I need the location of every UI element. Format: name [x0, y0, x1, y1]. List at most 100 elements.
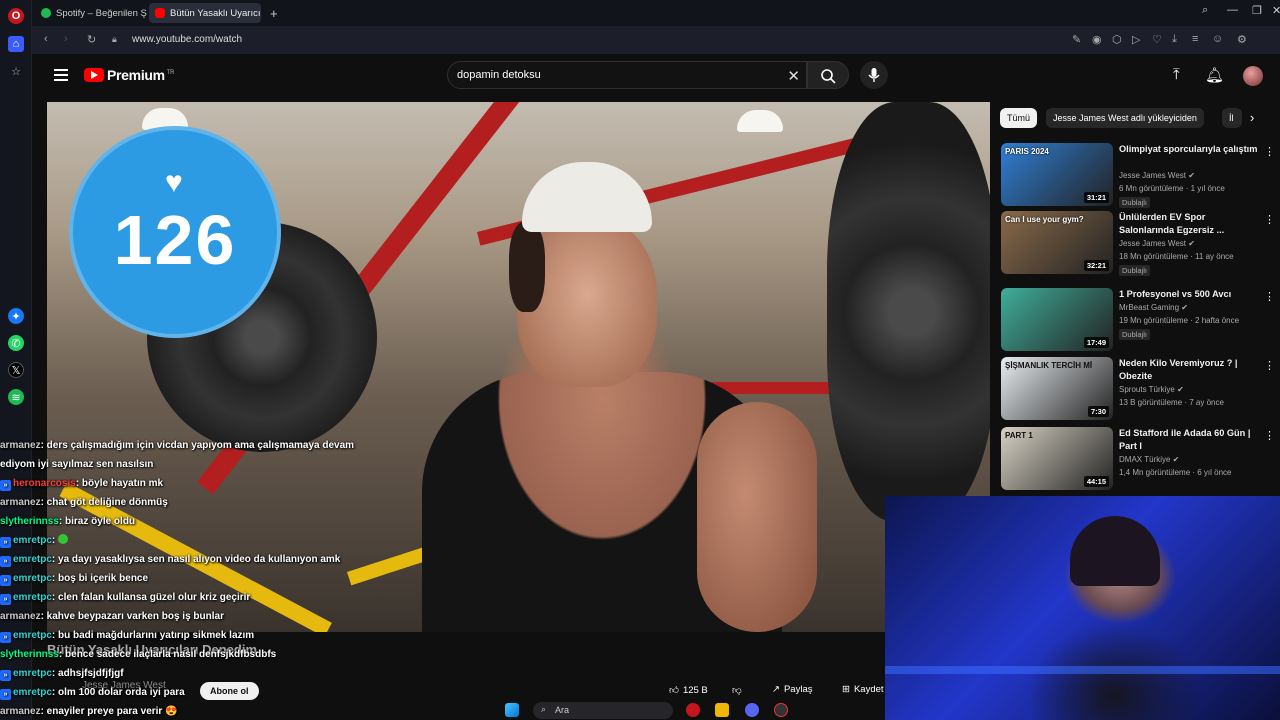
download-icon[interactable]: ⤓	[1172, 33, 1177, 46]
chat-username[interactable]: emretpc	[13, 668, 52, 679]
chat-username[interactable]: heronarcosis	[13, 478, 76, 489]
recommendation-item[interactable]: PARIS 2024 31:21 Olimpiyat sporcularıyla ç…	[1001, 143, 1276, 208]
save-button[interactable]: ⊞ Kaydet	[842, 684, 884, 695]
voice-search-button[interactable]	[860, 61, 888, 89]
reload-icon[interactable]: ↻	[87, 33, 96, 46]
more-options-icon[interactable]: ⋮	[1264, 429, 1275, 442]
spotify-icon[interactable]: ≋	[8, 389, 24, 405]
duration-badge: 32:21	[1083, 260, 1109, 271]
profile-icon[interactable]: ☺	[1212, 33, 1223, 45]
more-options-icon[interactable]: ⋮	[1264, 213, 1275, 226]
video-thumbnail[interactable]: 17:49	[1001, 288, 1113, 351]
whatsapp-icon[interactable]: ✆	[8, 335, 24, 351]
recommendation-channel[interactable]: DMAX Türkiye ✔	[1119, 455, 1179, 464]
chat-username[interactable]: armanez	[0, 497, 41, 508]
recommendation-title[interactable]: Ünlülerden EV Spor Salonlarında Egzersiz…	[1119, 211, 1259, 237]
video-thumbnail[interactable]: ŞİŞMANLIK TERCİH Mİ 7:30	[1001, 357, 1113, 420]
video-thumbnail[interactable]: PARIS 2024 31:21	[1001, 143, 1113, 206]
chat-username[interactable]: emretpc	[13, 535, 52, 546]
chat-username[interactable]: emretpc	[13, 573, 52, 584]
chip-related[interactable]: İl	[1222, 108, 1242, 128]
chat-username[interactable]: slytherinnss	[0, 516, 59, 527]
recommendation-item[interactable]: ŞİŞMANLIK TERCİH Mİ 7:30 Neden Kilo Veremi…	[1001, 357, 1276, 421]
chat-username[interactable]: emretpc	[13, 592, 52, 603]
edit-icon[interactable]: ✎	[1072, 33, 1081, 46]
search-input[interactable]: dopamin detoksu ✕	[447, 61, 807, 89]
opera-taskbar-icon[interactable]	[686, 703, 700, 717]
play-icon[interactable]: ▷	[1132, 33, 1140, 46]
cube-icon[interactable]: ⬡	[1112, 33, 1122, 46]
mic-icon	[868, 68, 880, 82]
minimize-icon[interactable]: —	[1227, 4, 1238, 16]
discord-icon[interactable]	[745, 703, 759, 717]
app-icon[interactable]	[774, 703, 788, 717]
taskbar-search[interactable]: ⌕ Ara	[533, 702, 673, 719]
camera-icon[interactable]: ◉	[1092, 33, 1102, 46]
tab-label: Spotify – Beğenilen Şarkılar	[56, 7, 147, 19]
weight-plate	[827, 102, 990, 522]
share-button[interactable]: ↗ Paylaş	[772, 684, 812, 695]
x-twitter-icon[interactable]: 𝕏	[8, 362, 24, 378]
chevron-right-icon[interactable]: ›	[1250, 110, 1254, 125]
recommendation-title[interactable]: Ed Stafford ile Adada 60 Gün | Part I	[1119, 427, 1259, 453]
recommendation-channel[interactable]: MrBeast Gaming ✔	[1119, 303, 1188, 312]
back-icon[interactable]: ‹	[44, 33, 48, 45]
tab-search-icon[interactable]: ⌕	[1202, 4, 1208, 17]
video-thumbnail[interactable]: Can I use your gym? 32:21	[1001, 211, 1113, 274]
recommendation-item[interactable]: PART 1 44:15 Ed Stafford ile Adada 60 Gün …	[1001, 427, 1276, 491]
tab-youtube[interactable]: Bütün Yasaklı Uyarıcılar	[149, 3, 261, 23]
chat-username[interactable]: emretpc	[13, 554, 52, 565]
tab-spotify[interactable]: Spotify – Beğenilen Şarkılar	[35, 3, 147, 23]
heart-icon[interactable]: ♡	[1152, 33, 1162, 46]
chat-username[interactable]: emretpc	[13, 687, 52, 698]
recommendation-channel[interactable]: Sprouts Türkiye ✔	[1119, 385, 1184, 394]
chat-username[interactable]: armanez	[0, 440, 41, 451]
close-icon[interactable]: ✕	[787, 67, 800, 85]
heart-counter-overlay: ♥ 126	[69, 126, 281, 338]
subscriber-badge-icon: »	[0, 594, 11, 605]
like-button[interactable]: 👍︎ 125 B	[669, 684, 708, 697]
close-window-icon[interactable]: ✕	[1272, 4, 1280, 17]
more-options-icon[interactable]: ⋮	[1264, 359, 1275, 372]
recommendation-title[interactable]: Olimpiyat sporcularıyla çalıştım	[1119, 143, 1259, 156]
menu-icon[interactable]: ≡	[1192, 33, 1198, 45]
recommendation-title[interactable]: 1 Profesyonel vs 500 Avcı	[1119, 288, 1259, 301]
bookmark-icon[interactable]: ☆	[8, 63, 24, 79]
more-options-icon[interactable]: ⋮	[1264, 145, 1275, 158]
home-icon[interactable]: ⌂	[8, 36, 24, 52]
address-bar: ‹ › ↻ 🔒︎ www.youtube.com/watch ✎ ◉ ⬡ ▷ ♡…	[32, 26, 1280, 54]
hamburger-menu-icon[interactable]	[54, 69, 68, 81]
recommendation-channel[interactable]: Jesse James West ✔	[1119, 171, 1195, 180]
recommendation-title[interactable]: Neden Kilo Veremiyoruz ? | Obezite	[1119, 357, 1259, 383]
url-field[interactable]: www.youtube.com/watch	[132, 34, 242, 45]
new-tab-button[interactable]: +	[265, 3, 285, 23]
youtube-logo-icon[interactable]	[84, 68, 104, 82]
chat-username[interactable]: emretpc	[13, 630, 52, 641]
recommendation-item[interactable]: Can I use your gym? 32:21 Ünlülerden EV Sp…	[1001, 211, 1276, 276]
stream-chat-overlay: armanez: ders çalışmadığım için vicdan y…	[0, 436, 420, 720]
messenger-icon[interactable]: ✦	[8, 308, 24, 324]
webcam-overlay	[885, 496, 1280, 720]
forward-icon[interactable]: ›	[64, 33, 68, 45]
recommendation-item[interactable]: 17:49 1 Profesyonel vs 500 Avcı MrBeast Ga…	[1001, 288, 1276, 352]
dislike-button[interactable]: 👎︎	[732, 684, 742, 696]
more-options-icon[interactable]: ⋮	[1264, 290, 1275, 303]
chip-all[interactable]: Tümü	[1000, 108, 1038, 128]
chat-username[interactable]: slytherinnss	[0, 649, 59, 660]
opera-logo-icon[interactable]: O	[8, 8, 24, 24]
video-thumbnail[interactable]: PART 1 44:15	[1001, 427, 1113, 490]
file-explorer-icon[interactable]	[715, 703, 729, 717]
extension-icon[interactable]: ⚙	[1237, 33, 1247, 46]
search-button[interactable]	[807, 61, 849, 89]
verified-icon: ✔	[1188, 239, 1195, 248]
windows-start-icon[interactable]	[505, 703, 519, 717]
maximize-icon[interactable]: ❐	[1252, 4, 1262, 17]
bell-icon[interactable]: 🔔︎	[1205, 66, 1224, 84]
upload-icon[interactable]: ⤒	[1173, 66, 1180, 83]
tab-label: Bütün Yasaklı Uyarıcılar	[170, 7, 261, 19]
chip-uploader[interactable]: Jesse James West adlı yükleyiciden	[1046, 108, 1204, 128]
avatar[interactable]	[1243, 66, 1263, 86]
chat-username[interactable]: armanez	[0, 611, 41, 622]
youtube-brand[interactable]: Premium TR	[107, 67, 175, 83]
recommendation-channel[interactable]: Jesse James West ✔	[1119, 239, 1195, 248]
